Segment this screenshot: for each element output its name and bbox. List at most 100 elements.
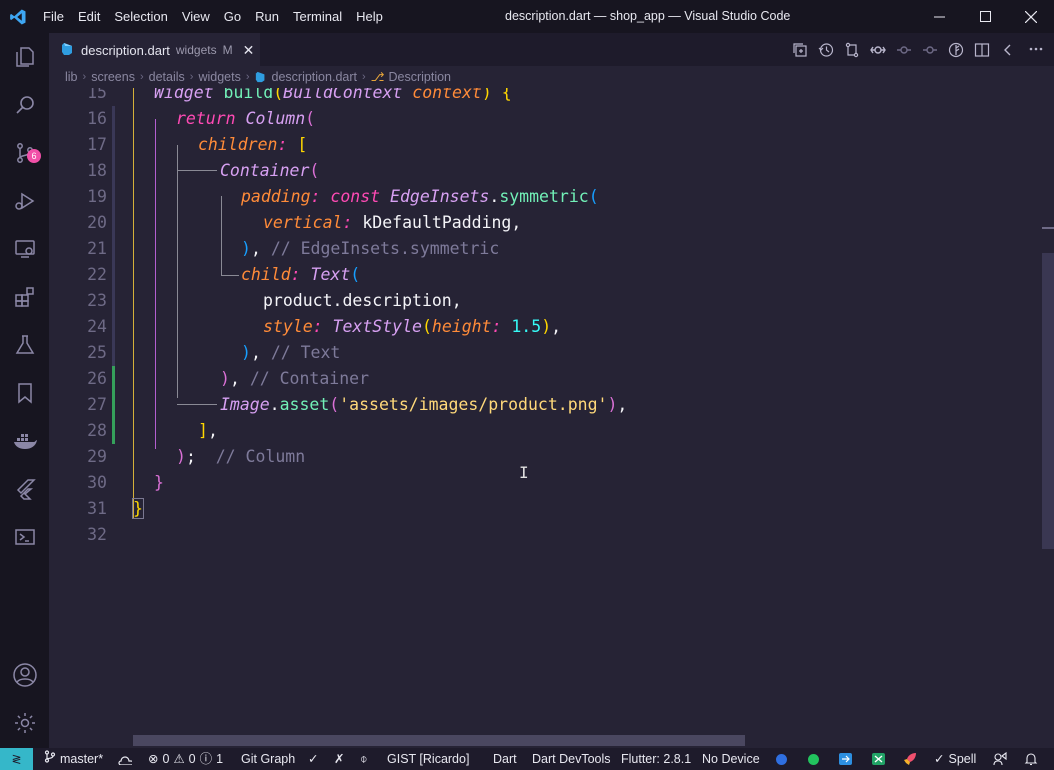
dart-file-icon <box>255 71 267 83</box>
notifications-bell-icon[interactable] <box>1024 748 1038 770</box>
line-number: 21 <box>87 239 107 258</box>
line-number: 31 <box>87 499 107 518</box>
flutter-outline-icon[interactable] <box>946 40 966 60</box>
line-number: 19 <box>87 187 107 206</box>
breadcrumb-widgets[interactable]: widgets <box>198 70 240 84</box>
remote-indicator-icon[interactable]: ≷ <box>0 748 33 770</box>
docker-icon[interactable] <box>0 417 49 465</box>
breadcrumb-screens[interactable]: screens <box>91 70 135 84</box>
tab-description-dart[interactable]: description.dart widgets M ✕ <box>49 33 260 66</box>
line-number: 26 <box>87 369 107 388</box>
code-line: child: Text( <box>241 265 361 284</box>
previous-commit-icon[interactable] <box>894 40 914 60</box>
branch-status[interactable]: master* <box>44 748 103 770</box>
vertical-scrollbar[interactable] <box>1042 253 1054 549</box>
tab-label: description.dart <box>81 42 170 58</box>
tab-description: widgets <box>175 43 217 57</box>
tab-modified-indicator: M <box>222 43 233 57</box>
compare-icon[interactable] <box>842 40 862 60</box>
line-number: 32 <box>87 525 107 544</box>
indent-guide <box>177 170 217 171</box>
line-number: 22 <box>87 265 107 284</box>
dart-devtools-button[interactable]: Dart DevTools <box>532 748 611 770</box>
live-share-icon[interactable] <box>839 748 852 770</box>
line-number: 18 <box>87 161 107 180</box>
line-number: 15 <box>87 88 107 102</box>
next-commit-icon[interactable] <box>920 40 940 60</box>
powershell-icon[interactable] <box>0 513 49 561</box>
tabs-bar: description.dart widgets M ✕ <box>49 33 1054 66</box>
cross-icon[interactable]: ✗ <box>334 748 344 770</box>
error-icon: ⊗ <box>148 752 159 766</box>
breadcrumb-symbol[interactable]: Description <box>388 70 451 84</box>
remote-explorer-icon[interactable] <box>0 225 49 273</box>
settings-gear-icon[interactable] <box>0 699 49 747</box>
line-number: 28 <box>87 421 107 440</box>
minimize-button[interactable] <box>916 0 962 33</box>
run-debug-icon[interactable] <box>0 177 49 225</box>
line-number: 29 <box>87 447 107 466</box>
language-mode[interactable]: Dart <box>493 748 517 770</box>
info-count: 1 <box>216 752 224 766</box>
code-line: } <box>132 498 144 519</box>
info-icon: ⓘ <box>199 752 213 766</box>
code-line: return Column( <box>176 109 316 128</box>
class-symbol-icon: ⎇ <box>370 70 385 84</box>
source-control-icon[interactable]: 6 <box>0 129 49 177</box>
check-icon: ✓ <box>934 752 945 766</box>
bookmarks-icon[interactable] <box>0 369 49 417</box>
error-count: 0 <box>162 752 170 766</box>
explorer-icon[interactable] <box>0 33 49 81</box>
search-icon[interactable] <box>0 81 49 129</box>
device-selector[interactable]: No Device <box>702 748 760 770</box>
close-window-button[interactable] <box>1008 0 1054 33</box>
git-commit-icon[interactable] <box>868 40 888 60</box>
text-cursor-icon: I <box>519 463 529 482</box>
timeline-icon[interactable] <box>816 40 836 60</box>
split-editor-icon[interactable] <box>972 40 992 60</box>
testing-icon[interactable] <box>0 321 49 369</box>
blue-status-icon[interactable] <box>776 748 787 770</box>
chevron-right-icon: › <box>361 71 366 83</box>
warning-count: 0 <box>188 752 196 766</box>
line-number: 16 <box>87 109 107 128</box>
green-status-icon[interactable] <box>808 748 819 770</box>
rocket-icon[interactable] <box>903 748 917 770</box>
git-graph-button[interactable]: Git Graph <box>241 748 295 770</box>
dart-file-icon <box>61 42 75 59</box>
flutter-version[interactable]: Flutter: 2.8.1 <box>621 748 691 770</box>
chevron-right-icon: › <box>245 71 250 83</box>
accounts-icon[interactable] <box>0 651 49 699</box>
line-number: 20 <box>87 213 107 232</box>
check-icon[interactable]: ✓ <box>308 748 318 770</box>
tab-close-icon[interactable]: ✕ <box>243 42 255 59</box>
line-number: 30 <box>87 473 107 492</box>
line-number: 24 <box>87 317 107 336</box>
title-bar: File Edit Selection View Go Run Terminal… <box>0 0 1054 33</box>
code-line: vertical: kDefaultPadding, <box>263 213 522 232</box>
open-changes-icon[interactable] <box>790 40 810 60</box>
indent-guide <box>221 275 239 276</box>
breadcrumb-lib[interactable]: lib <box>65 70 78 84</box>
more-actions-icon[interactable] <box>1026 39 1046 59</box>
spell-check-status[interactable]: ✓ Spell <box>934 748 976 770</box>
indent-guide <box>177 145 178 398</box>
indent-guide <box>221 196 222 276</box>
flutter-icon[interactable] <box>0 465 49 513</box>
breadcrumb-file[interactable]: description.dart <box>272 70 357 84</box>
gist-status[interactable]: GIST [Ricardo] <box>387 748 469 770</box>
feedback-icon[interactable] <box>993 748 1007 770</box>
code-line: ), // Container <box>220 369 370 388</box>
code-line: Image.asset('assets/images/product.png')… <box>220 395 628 414</box>
extensions-icon[interactable] <box>0 273 49 321</box>
excel-icon[interactable] <box>872 748 885 770</box>
source-control-badge: 6 <box>27 149 41 163</box>
maximize-button[interactable] <box>962 0 1008 33</box>
code-editor[interactable]: 15 16 17 18 19 20 21 22 23 24 25 26 27 2… <box>49 88 1054 748</box>
breadcrumb-details[interactable]: details <box>149 70 185 84</box>
go-back-icon[interactable] <box>998 40 1018 60</box>
horizontal-scrollbar[interactable] <box>133 735 745 746</box>
warning-icon: ⚠ <box>173 752 185 766</box>
sync-icon[interactable] <box>118 748 132 770</box>
problems-status[interactable]: ⊗ 0 ⚠ 0 ⓘ 1 <box>148 748 223 770</box>
